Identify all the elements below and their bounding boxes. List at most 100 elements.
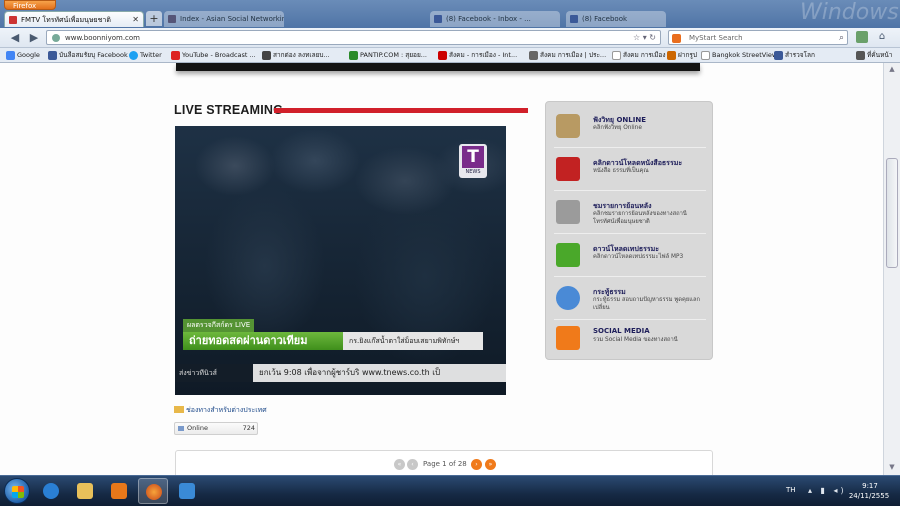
bookmark-facebook[interactable]: บันลือสมรัยบุ Facebook (48, 48, 128, 63)
sidebar-item-ebooks[interactable]: คลิกดาวน์โหลดหนังสือธรรมะ หนังสือ ธรรมที… (552, 149, 708, 189)
youtube-icon (171, 51, 180, 60)
language-indicator[interactable]: TH (786, 486, 796, 494)
clock-date[interactable]: 24/11/2555 (846, 492, 892, 500)
channel-link-label[interactable]: ช่องทางสำหรับต่างประเทศ (186, 406, 267, 414)
international-channel-link[interactable]: ช่องทางสำหรับต่างประเทศ (174, 405, 267, 416)
sidebar-item-desc: คลิกชมรายการย้อนหลังของทางสถานี โทรทัศน์… (593, 211, 687, 225)
forward-icon[interactable]: ▶ (27, 31, 41, 45)
chat-bubble-icon (556, 286, 580, 310)
sidebar-menu: ฟังวิทยุ ONLINE คลิกฟังวิทยุ Online คลิก… (545, 101, 713, 360)
divider (554, 276, 706, 277)
taskbar-ie[interactable] (36, 478, 66, 504)
sidebar-item-forum[interactable]: กระทู้ธรรม กระทู้ธรรม สอบถามปัญหาธรรม พู… (552, 278, 708, 318)
live-streaming-heading: LIVE STREAMING (174, 103, 284, 117)
online-label: Online (187, 424, 208, 432)
bookmark-icon (529, 51, 538, 60)
music-note-icon (556, 243, 580, 267)
sidebar-item-title[interactable]: SOCIAL MEDIA (593, 327, 650, 335)
last-page-icon[interactable]: » (485, 459, 496, 470)
windows-wallpaper-logo: Windows (800, 0, 899, 25)
site-identity-icon[interactable] (52, 34, 60, 42)
tab-fmtv[interactable]: FMTV โทรทัศน์เพื่อมนุษยชาติ ✕ (4, 11, 144, 27)
bookmark-pantip[interactable]: PANTIP.COM : สุยอย... (349, 48, 427, 63)
bookmark-icon (262, 51, 271, 60)
windows-logo-icon (12, 486, 24, 498)
addon-icon[interactable] (856, 31, 868, 43)
clock-time[interactable]: 9:17 (852, 482, 888, 490)
bookmark-item[interactable]: สากต่อง ลงทเลยบ... (262, 48, 330, 63)
sidebar-item-radio[interactable]: ฟังวิทยุ ONLINE คลิกฟังวิทยุ Online (552, 106, 708, 146)
search-placeholder[interactable]: MyStart Search (689, 31, 743, 45)
bookmark-item[interactable]: สำรวจโลก (774, 48, 815, 63)
page-scrollbar[interactable]: ▲ ▼ (883, 63, 900, 475)
sidebar-item-desc: คลิกฟังวิทยุ Online (593, 125, 642, 131)
internet-explorer-icon (43, 483, 59, 499)
chart-icon (178, 426, 184, 431)
bookmark-youtube[interactable]: YouTube - Broadcast ... (171, 48, 256, 63)
pdf-icon (556, 157, 580, 181)
back-icon[interactable]: ◀ (8, 31, 22, 45)
facebook-icon (48, 51, 57, 60)
channel-logo-sub: NEWS (465, 169, 481, 175)
bookmark-icon (667, 51, 676, 60)
taskbar-explorer[interactable] (70, 478, 100, 504)
scroll-down-icon[interactable]: ▼ (887, 463, 897, 471)
first-page-icon[interactable]: « (394, 459, 405, 470)
search-icon[interactable]: ⌕ (839, 31, 844, 45)
bookmark-item[interactable]: สังคม การเมือง | ประ... (529, 48, 606, 63)
tab-facebook[interactable]: (8) Facebook (566, 11, 666, 27)
bookmark-label: Google (17, 51, 40, 59)
address-bar[interactable]: www.boonniyom.com ☆ ▾ ↻ (46, 30, 661, 45)
taskbar-media-player[interactable] (104, 478, 134, 504)
bookmark-label: Twitter (140, 51, 162, 59)
tab-asian-social[interactable]: Index - Asian Social Networking Se... (164, 11, 284, 27)
live-video-player[interactable]: T NEWS ผลตรวจกีสก์ดร LIVE ถ่ายทอดสดผ่านด… (175, 126, 506, 395)
sidebar-item-replay[interactable]: ชมรายการย้อนหลัง คลิกชมรายการย้อนหลังของ… (552, 192, 708, 232)
bookmark-item[interactable]: สังคม การเมือง (612, 48, 666, 63)
next-page-icon[interactable]: › (471, 459, 482, 470)
new-tab-button[interactable]: + (146, 11, 162, 26)
search-engine-icon[interactable] (672, 34, 681, 43)
navigation-toolbar: ◀ ▶ www.boonniyom.com ☆ ▾ ↻ MyStart Sear… (0, 28, 900, 48)
tray-icons[interactable]: ▴ ▮ ◂) (808, 486, 847, 495)
start-button[interactable] (4, 478, 30, 504)
sidebar-item-mp3[interactable]: ดาวน์โหลดเทปธรรมะ คลิกดาวน์โหลดเทปธรรมะไ… (552, 235, 708, 275)
scrollbar-thumb[interactable] (886, 158, 898, 268)
tnews-logo: T NEWS (459, 144, 487, 178)
video-ticker: ยกเว้น 9:08 เพื่อจากผู้ชาร์บริ www.tnews… (253, 364, 506, 382)
media-player-icon (111, 483, 127, 499)
sidebar-item-desc: หนังสือ ธรรมที่เป็นคุณ (593, 168, 649, 174)
folder-icon (77, 483, 93, 499)
taskbar-firefox[interactable] (138, 478, 168, 504)
bookmark-streetview[interactable]: Bangkok StreetView (701, 48, 777, 63)
twitter-icon (129, 51, 138, 60)
firefox-menu-button[interactable]: Firefox (4, 0, 56, 10)
divider (554, 190, 706, 191)
bookmark-label: ที่คั่นหน้า (867, 51, 893, 59)
page-icon (701, 51, 710, 60)
bookmark-label: Bangkok StreetView (712, 51, 778, 59)
bookmark-label: สังคม การเมือง | ประ... (540, 51, 607, 59)
close-tab-icon[interactable]: ✕ (132, 12, 139, 27)
prev-page-icon[interactable]: ‹ (407, 459, 418, 470)
pagination: « ‹ Page 1 of 28 › » (175, 450, 713, 475)
taskbar-app[interactable] (172, 478, 202, 504)
sidebar-item-desc: คลิกดาวน์โหลดเทปธรรมะไฟล์ MP3 (593, 254, 684, 260)
scroll-up-icon[interactable]: ▲ (887, 65, 897, 73)
sidebar-item-desc: รวม Social Media ของทางสถานี (593, 337, 678, 343)
bookmark-star-icon[interactable]: ☆ ▾ ↻ (633, 31, 656, 45)
online-count: 724 (242, 424, 255, 432)
bookmark-twitter[interactable]: Twitter (129, 48, 162, 63)
bookmarks-menu[interactable]: ที่คั่นหน้า (856, 48, 892, 63)
tab-label: Index - Asian Social Networking Se... (180, 15, 284, 23)
bookmark-label: สำรวจโลก (785, 51, 815, 59)
bookmark-item[interactable]: ฝากรูป (667, 48, 697, 63)
search-box[interactable]: MyStart Search ⌕ (668, 30, 848, 45)
tab-facebook-inbox[interactable]: (8) Facebook - Inbox - ... (430, 11, 560, 27)
bookmark-item[interactable]: สังคม - การเมือง - Int... (438, 48, 517, 63)
bookmark-label: สังคม การเมือง (623, 51, 666, 59)
url-text[interactable]: www.boonniyom.com (65, 31, 140, 45)
sidebar-item-social[interactable]: SOCIAL MEDIA รวม Social Media ของทางสถาน… (552, 318, 708, 358)
home-icon[interactable]: ⌂ (876, 31, 888, 43)
bookmark-google[interactable]: Google (6, 48, 40, 63)
